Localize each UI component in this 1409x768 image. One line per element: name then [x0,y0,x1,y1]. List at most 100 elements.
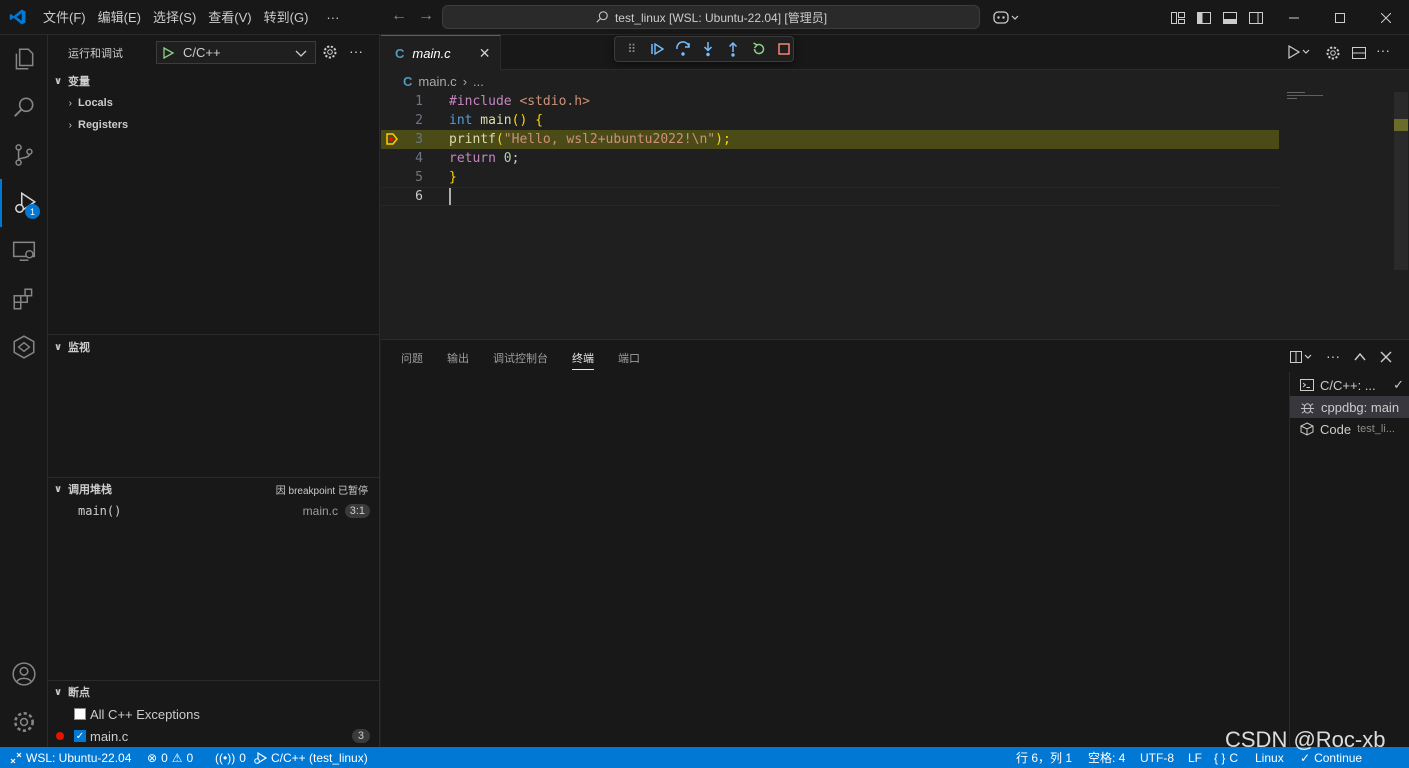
encoding[interactable]: UTF-8 [1140,747,1174,768]
run-and-debug-icon[interactable]: 1 [0,179,48,227]
line-number: 2 [415,113,423,128]
code-editor[interactable]: 1 #include <stdio.h> 2 int main() { 3 pr… [381,92,1409,338]
cursor-position[interactable]: 行 6，列 1 [1016,747,1072,768]
variables-section-header[interactable]: ∨ 变量 [48,70,380,92]
split-editor-icon[interactable] [1351,45,1367,64]
debug-toolbar: ⠿ [614,36,794,62]
accounts-icon[interactable] [0,650,48,698]
breakpoint-item-exceptions[interactable]: All C++ Exceptions [48,703,380,725]
bug-icon [1300,402,1315,414]
code-token: <stdio.h> [511,94,590,109]
editor-more-actions-icon[interactable]: ··· [1376,42,1390,58]
debug-config-select[interactable]: C/C++ [156,41,316,64]
stop-icon[interactable] [776,40,793,58]
checkbox-checked[interactable]: ✓ [74,730,86,742]
maximize-panel-icon[interactable] [1353,350,1367,367]
continue-icon[interactable] [648,40,665,58]
editor-settings-gear-icon[interactable] [1325,45,1341,64]
terminal-item-cppdbg[interactable]: cppdbg: main [1290,396,1409,418]
extensions-icon[interactable] [0,275,48,323]
breakpoint-line-badge: 3 [351,729,370,743]
editor-tab-main-c[interactable]: C main.c ✕ [381,35,501,70]
remote-explorer-icon[interactable] [0,227,48,275]
menu-more[interactable]: ··· [320,0,345,35]
settings-gear-icon[interactable] [0,698,48,746]
step-into-icon[interactable] [699,40,716,58]
toggle-panel-icon[interactable] [1222,10,1238,29]
more-actions-icon[interactable]: ··· [349,43,363,59]
breakpoints-section-header[interactable]: ∨ 断点 [48,681,380,703]
menu-edit[interactable]: 编辑(E) [92,0,147,35]
toggle-primary-sidebar-icon[interactable] [1196,10,1212,29]
callstack-frame[interactable]: main() main.c 3:1 [48,500,380,522]
variables-item-registers[interactable]: › Registers [48,114,380,136]
chevron-down-icon: ∨ [53,483,63,495]
line-number: 4 [415,151,423,166]
command-center[interactable]: test_linux [WSL: Ubuntu-22.04] [管理员] [442,5,980,29]
problems-indicator[interactable]: ⊗ 0 ⚠ 0 [147,747,193,768]
end-of-line[interactable]: LF [1188,747,1202,768]
copilot-icon[interactable] [992,8,1020,29]
debug-session-indicator[interactable]: C/C++ (test_linux) [253,747,368,768]
search-icon[interactable] [0,83,48,131]
panel-tab-problems[interactable]: 问题 [401,350,423,370]
terminal-item-cpp-task[interactable]: C/C++: ... ✓ [1290,374,1409,396]
toggle-secondary-sidebar-icon[interactable] [1248,10,1264,29]
run-debug-dropdown-icon[interactable] [1286,44,1312,63]
breakpoint-item-main-c[interactable]: ✓ main.c 3 [48,725,380,747]
watch-section-header[interactable]: ∨ 监视 [48,336,380,358]
callstack-section-header[interactable]: ∨ 调用堆栈 因 breakpoint 已暂停 [48,478,380,500]
tree-item-label: Locals [78,97,113,109]
breadcrumb-symbol[interactable]: ... [473,74,484,89]
open-launch-json-gear-icon[interactable] [322,44,338,63]
close-panel-icon[interactable] [1379,350,1393,367]
ports-count: 0 [239,750,246,765]
breakpoint-dot-icon [56,732,64,740]
panel-tab-ports[interactable]: 端口 [618,350,640,370]
warning-count: 0 [186,750,194,765]
testing-icon[interactable] [0,323,48,371]
terminal-item-code[interactable]: Code test_li... [1290,418,1409,440]
cube-icon [1300,422,1314,436]
code-token: main [472,113,512,128]
text-cursor [449,188,451,205]
variables-item-locals[interactable]: › Locals [48,92,380,114]
chevron-down-icon: ∨ [53,75,63,87]
line-number: 1 [415,94,423,109]
menu-file[interactable]: 文件(F) [37,0,92,35]
panel-tab-debug-console[interactable]: 调试控制台 [493,350,548,370]
maximize-button[interactable] [1317,0,1363,35]
forward-arrow-icon[interactable]: → [410,7,442,25]
restart-icon[interactable] [750,40,767,58]
close-window-button[interactable] [1363,0,1409,35]
close-tab-icon[interactable]: ✕ [479,45,491,62]
breadcrumb-file[interactable]: main.c [418,74,456,89]
minimap[interactable] [1287,92,1327,100]
breakpoint-paused-arrow-icon[interactable] [385,132,399,150]
code-token: } [449,170,457,185]
panel-tab-terminal[interactable]: 终端 [572,350,594,370]
panel-more-actions-icon[interactable]: ··· [1326,348,1340,364]
source-control-icon[interactable] [0,131,48,179]
minimize-button[interactable] [1271,0,1317,35]
step-out-icon[interactable] [725,40,742,58]
sidebar-title: 运行和调试 [68,47,123,60]
callstack-title: 调用堆栈 [68,484,112,496]
menu-view[interactable]: 查看(V) [202,0,257,35]
explorer-icon[interactable] [0,35,48,83]
menu-selection[interactable]: 选择(S) [147,0,202,35]
ports-indicator[interactable]: ((•)) 0 [215,747,246,768]
editor-scrollbar[interactable] [1394,92,1408,270]
warning-icon: ⚠ [171,750,183,765]
panel-tab-output[interactable]: 输出 [447,350,469,370]
split-terminal-icon[interactable] [1289,350,1315,367]
c-file-icon: C [403,73,413,89]
step-over-icon[interactable] [674,40,691,58]
drag-handle-icon[interactable]: ⠿ [623,40,640,58]
indentation[interactable]: 空格: 4 [1088,747,1125,768]
checkbox-unchecked[interactable] [74,708,86,720]
menu-go[interactable]: 转到(G) [258,0,315,35]
customize-layout-icon[interactable] [1170,10,1186,29]
start-debugging-icon[interactable] [157,46,179,60]
remote-indicator[interactable]: WSL: Ubuntu-22.04 [10,747,131,768]
